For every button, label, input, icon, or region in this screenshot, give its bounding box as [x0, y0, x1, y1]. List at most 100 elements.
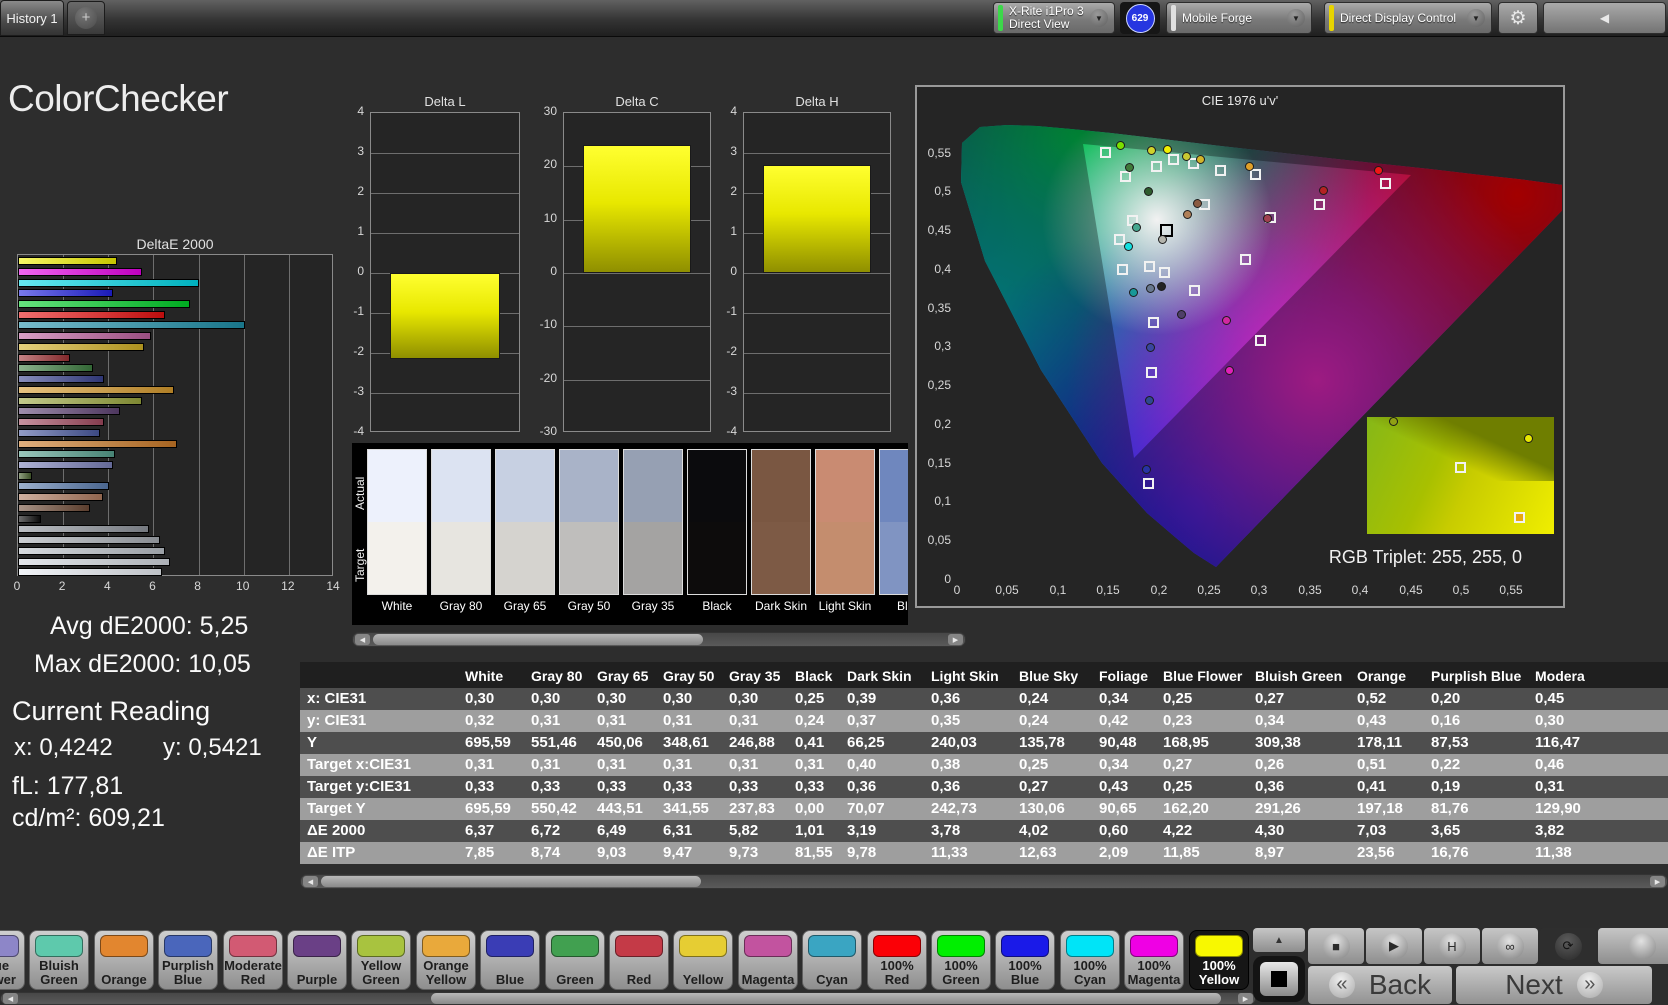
- table-cell: 0,31: [590, 754, 656, 776]
- settings-button[interactable]: ⚙: [1498, 2, 1538, 34]
- table-cell: 87,53: [1424, 732, 1528, 754]
- swatch-scrollbar[interactable]: ◀ ▶: [352, 632, 966, 647]
- patch-button-100-yellow[interactable]: 100% Yellow: [1189, 930, 1249, 990]
- patch-button-orange[interactable]: Orange: [94, 930, 154, 990]
- patch-scrollbar[interactable]: ◀ ▶: [0, 992, 1256, 1005]
- chevron-down-icon: ▼: [1287, 9, 1305, 27]
- record-button[interactable]: [1598, 928, 1668, 964]
- patch-button-orange-yellow[interactable]: Orange Yellow: [416, 930, 476, 990]
- stop-pattern-button[interactable]: [1253, 956, 1305, 1002]
- pattern-button[interactable]: H: [1424, 928, 1480, 964]
- patch-button-100-cyan[interactable]: 100% Cyan: [1060, 930, 1120, 990]
- patch-button-purple[interactable]: Purple: [287, 930, 347, 990]
- swatch-label: Gray 65: [492, 599, 558, 613]
- patch-button-purplish-blue[interactable]: Purplish Blue: [158, 930, 218, 990]
- patch-button-100-magenta[interactable]: 100% Magenta: [1124, 930, 1184, 990]
- patch-button-100-red[interactable]: 100% Red: [867, 930, 927, 990]
- scroll-right-icon[interactable]: ▶: [1238, 993, 1253, 1004]
- history-tab[interactable]: History 1: [0, 0, 64, 36]
- table-row: Target Y695,59550,42443,51341,55237,830,…: [300, 798, 1668, 820]
- next-button[interactable]: Next »: [1456, 966, 1652, 1004]
- pattern-up-button[interactable]: ▲: [1253, 928, 1305, 952]
- tick-label: -30: [527, 424, 557, 438]
- table-column-header: Gray 80: [524, 662, 590, 688]
- scroll-right-icon[interactable]: ▶: [948, 634, 963, 645]
- patch-button-yellow[interactable]: Yellow: [673, 930, 733, 990]
- patch-color-swatch: [1066, 935, 1114, 957]
- tick-label: -4: [334, 424, 364, 438]
- deltae-bar: [18, 472, 32, 480]
- scroll-left-icon[interactable]: ◀: [303, 876, 318, 887]
- patch-button-green[interactable]: Green: [545, 930, 605, 990]
- gridline: [744, 153, 890, 154]
- patch-button-red[interactable]: Red: [609, 930, 669, 990]
- table-cell: 309,38: [1248, 732, 1350, 754]
- deltae-bar: [18, 536, 160, 544]
- pattern-icon: H: [1439, 933, 1466, 960]
- cie-target-square: [1240, 254, 1251, 265]
- back-button[interactable]: « Back: [1308, 966, 1452, 1004]
- loop-button[interactable]: ∞: [1482, 928, 1538, 964]
- table-cell: 0,31: [1528, 776, 1668, 798]
- deltae-chart-title: DeltaE 2000: [17, 236, 333, 252]
- gridline: [289, 255, 290, 575]
- workflow-dropdown[interactable]: Direct Display Control ▼: [1324, 2, 1492, 34]
- patch-button-bluish-green[interactable]: Bluish Green: [29, 930, 89, 990]
- meter-dropdown[interactable]: X-Rite i1Pro 3Direct View ▼: [993, 2, 1115, 34]
- swatch-pair: [368, 450, 426, 594]
- source-dropdown[interactable]: Mobile Forge ▼: [1166, 2, 1312, 34]
- table-cell: 291,26: [1248, 798, 1350, 820]
- patch-scroll-thumb[interactable]: [431, 993, 1221, 1004]
- add-tab-button[interactable]: +: [67, 1, 105, 35]
- patch-button-label: Magenta: [739, 973, 797, 987]
- table-cell: 0,33: [656, 776, 722, 798]
- tick-label: -20: [527, 371, 557, 385]
- table-cell: 0,30: [1528, 710, 1668, 732]
- chevron-down-icon: ▼: [1467, 9, 1485, 27]
- patch-button-moderate-red[interactable]: Moderate Red: [223, 930, 283, 990]
- patch-button-100-green[interactable]: 100% Green: [931, 930, 991, 990]
- patch-button-blue-flower[interactable]: Blue Flower: [0, 930, 25, 990]
- refresh-button[interactable]: ⟳: [1540, 928, 1596, 964]
- record-icon: [1629, 933, 1656, 960]
- cie-ytick: 0,3: [917, 339, 951, 353]
- patch-button-yellow-green[interactable]: Yellow Green: [351, 930, 411, 990]
- scroll-right-icon[interactable]: ▶: [1650, 876, 1665, 887]
- table-cell: 4,30: [1248, 820, 1350, 842]
- table-cell: 0,37: [840, 710, 924, 732]
- table-cell: 0,25: [1012, 754, 1092, 776]
- swatch-target: [624, 522, 682, 594]
- patch-button-label: Red: [610, 973, 668, 987]
- table-cell: 0,25: [1156, 776, 1248, 798]
- table-scrollbar[interactable]: ◀ ▶: [300, 874, 1668, 889]
- patch-button-cyan[interactable]: Cyan: [802, 930, 862, 990]
- tick-label: 4: [707, 104, 737, 118]
- cie-measured-dot: [1225, 366, 1234, 375]
- table-column-header: Modera: [1528, 662, 1668, 688]
- tick-label: 10: [527, 211, 557, 225]
- patch-color-swatch: [808, 935, 856, 957]
- tick-label: -1: [707, 304, 737, 318]
- patch-button-100-blue[interactable]: 100% Blue: [995, 930, 1055, 990]
- table-cell: 0,41: [788, 732, 840, 754]
- cie-ytick: 0,2: [917, 417, 951, 431]
- table-row-label: Target x:CIE31: [300, 754, 458, 776]
- scroll-left-icon[interactable]: ◀: [355, 634, 370, 645]
- cie-inset-marker: [1514, 512, 1525, 523]
- swatch-actual: [560, 450, 618, 522]
- scroll-left-icon[interactable]: ◀: [3, 993, 18, 1004]
- play-button[interactable]: ▶: [1366, 928, 1422, 964]
- stop-button[interactable]: ■: [1308, 928, 1364, 964]
- patch-button-magenta[interactable]: Magenta: [738, 930, 798, 990]
- swatch-scroll-thumb[interactable]: [373, 634, 703, 645]
- table-cell: 0,38: [924, 754, 1012, 776]
- cie-xtick: 0,5: [1443, 583, 1479, 597]
- table-cell: 0,31: [788, 754, 840, 776]
- collapse-panel-button[interactable]: ◀: [1543, 2, 1666, 34]
- patch-button-blue[interactable]: Blue: [480, 930, 540, 990]
- swatch-label: Gray 35: [620, 599, 686, 613]
- table-scroll-thumb[interactable]: [321, 876, 701, 887]
- patch-color-swatch: [551, 935, 599, 957]
- swatch-label: Black: [684, 599, 750, 613]
- table-cell: 6,72: [524, 820, 590, 842]
